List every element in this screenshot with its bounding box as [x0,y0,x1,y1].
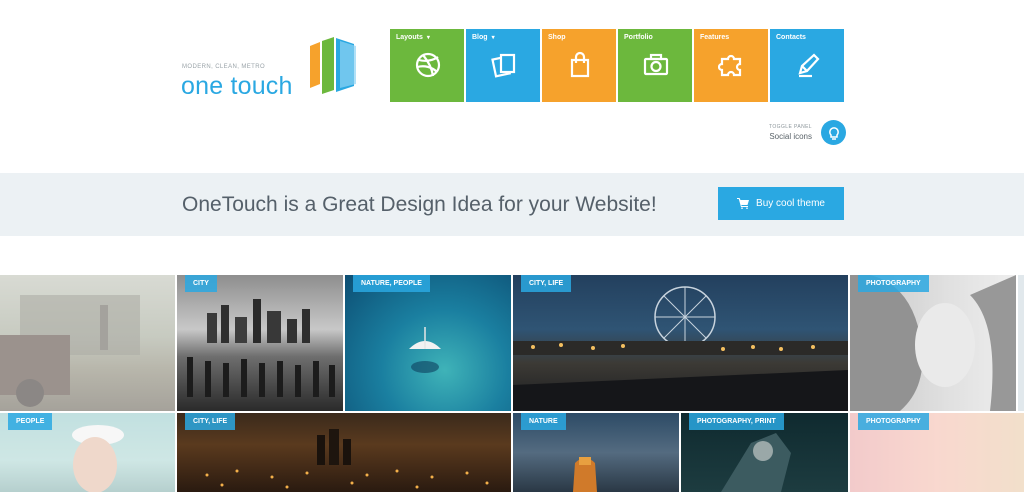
faded-overlay [850,275,1016,411]
gallery-item-edge[interactable] [1018,275,1024,411]
logo-mark-icon [310,37,356,94]
pen-icon [798,53,820,78]
menu-tile-blog[interactable]: Blog ▾ [466,29,540,102]
menu-label: Layouts ▾ [396,34,430,41]
gallery-item-sculpture[interactable]: PHOTOGRAPHY, PRINT [681,413,848,492]
main-menu: Layouts ▾ Blog ▾ Shop Portfolio Features… [390,29,844,102]
gallery-tag[interactable]: CITY, LIFE [521,275,572,292]
menu-label: Shop [548,34,566,41]
gallery-tag[interactable]: PHOTOGRAPHY [858,413,929,430]
gallery-item-sea-umbrella[interactable]: NATURE, PEOPLE [345,275,511,411]
gallery-item-city-night[interactable]: CITY, LIFE [177,413,511,492]
portfolio-gallery: CITY NATURE, PEOPLE CITY, LIFE PHOTOGRAP… [0,275,1024,492]
gallery-item-ferris-wheel[interactable]: CITY, LIFE [513,275,848,411]
gallery-item-nature-storm[interactable]: NATURE [513,413,679,492]
pages-icon [491,53,516,78]
gallery-item-flowers[interactable]: PHOTOGRAPHY [850,413,1024,492]
gallery-item-people[interactable]: PEOPLE [0,413,175,492]
buy-theme-label: Buy cool theme [756,198,825,209]
ferris-wheel-image [513,286,848,411]
toggle-panel-caption: TOGGLE PANEL [769,124,812,130]
gallery-tag[interactable]: CITY, LIFE [185,413,236,430]
cart-icon [737,198,750,209]
gallery-item-vintage-car[interactable] [0,275,175,411]
dribbble-icon [415,52,441,78]
shopping-bag-icon [570,51,590,78]
camera-icon [643,53,669,76]
faded-overlay [1018,275,1024,411]
gallery-tag[interactable]: PHOTOGRAPHY [858,275,929,292]
page: MODERN, CLEAN, METRO one touch Layouts ▾ … [0,0,1024,492]
toggle-panel-button[interactable] [821,120,846,145]
gallery-tag[interactable]: PHOTOGRAPHY, PRINT [689,413,784,430]
logo-tagline: MODERN, CLEAN, METRO [182,64,266,70]
gallery-item-portrait-woman[interactable]: PHOTOGRAPHY [850,275,1016,411]
toggle-panel[interactable]: TOGGLE PANEL Social icons [740,118,846,146]
gallery-tag[interactable]: NATURE [521,413,566,430]
lightbulb-icon [828,126,839,140]
sea-umbrella-image [409,327,441,373]
menu-label: Contacts [776,34,806,41]
menu-label: Features [700,34,730,41]
gallery-tag[interactable]: CITY [185,275,217,292]
city-pier-image [187,299,335,397]
buy-theme-button[interactable]: Buy cool theme [718,187,844,220]
promo-banner: OneTouch is a Great Design Idea for your… [0,173,1024,236]
menu-tile-shop[interactable]: Shop [542,29,616,102]
menu-tile-contacts[interactable]: Contacts [770,29,844,102]
logo[interactable]: MODERN, CLEAN, METRO one touch [181,36,362,100]
gallery-item-city-pier[interactable]: CITY [177,275,343,411]
banner-text: OneTouch is a Great Design Idea for your… [182,193,657,216]
menu-tile-layouts[interactable]: Layouts ▾ [390,29,464,102]
toggle-panel-label: Social icons [769,132,812,141]
menu-tile-portfolio[interactable]: Portfolio [618,29,692,102]
gallery-tag[interactable]: PEOPLE [8,413,53,430]
menu-tile-features[interactable]: Features [694,29,768,102]
logo-name: one touch [181,72,293,100]
faded-overlay [0,275,175,411]
puzzle-icon [718,54,742,77]
menu-label: Portfolio [624,34,653,41]
menu-label: Blog ▾ [472,34,495,41]
gallery-tag[interactable]: NATURE, PEOPLE [353,275,430,292]
